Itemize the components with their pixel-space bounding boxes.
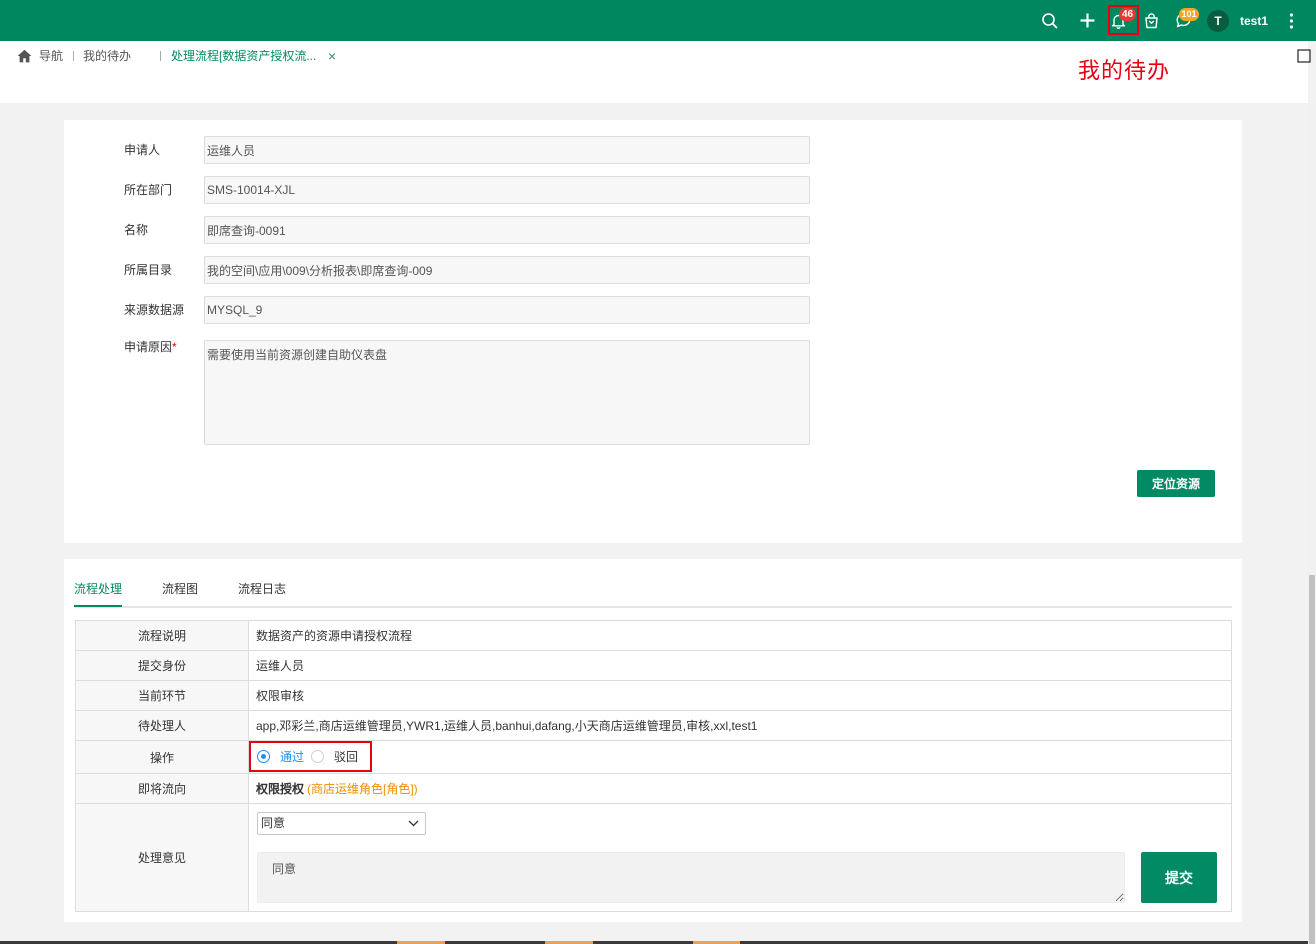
datasource-field[interactable] bbox=[204, 296, 810, 324]
home-icon[interactable] bbox=[17, 49, 32, 63]
avatar[interactable]: T bbox=[1207, 10, 1229, 32]
reason-textarea[interactable]: 需要使用当前资源创建自助仪表盘 bbox=[204, 340, 810, 445]
reason-label: 申请原因* bbox=[124, 333, 177, 361]
operation-row: 操作 通过 驳回 bbox=[76, 741, 1231, 774]
plus-icon[interactable] bbox=[1079, 12, 1096, 29]
breadcrumb-separator bbox=[73, 51, 74, 61]
locate-resource-button[interactable]: 定位资源 bbox=[1137, 470, 1215, 497]
table-row: 流程说明 数据资产的资源申请授权流程 bbox=[76, 621, 1231, 651]
next-node-target: (商店运维角色[角色]) bbox=[307, 782, 418, 796]
row-value: 运维人员 bbox=[256, 659, 305, 673]
row-value: 数据资产的资源申请授权流程 bbox=[256, 629, 413, 643]
breadcrumb-separator bbox=[160, 51, 161, 61]
tab-process-handling[interactable]: 流程处理 bbox=[74, 581, 122, 597]
message-badge: 101 bbox=[1179, 8, 1199, 21]
reject-radio[interactable] bbox=[311, 750, 324, 763]
search-icon[interactable] bbox=[1041, 12, 1058, 29]
applicant-label: 申请人 bbox=[124, 143, 161, 157]
annotation-todo-label: 我的待办 bbox=[1078, 58, 1171, 83]
table-row: 待处理人 app,邓彩兰,商店运维管理员,YWR1,运维人员,banhui,da… bbox=[76, 711, 1231, 741]
bag-icon[interactable] bbox=[1143, 12, 1160, 29]
username[interactable]: test1 bbox=[1240, 13, 1268, 29]
tab-flow-log[interactable]: 流程日志 bbox=[238, 581, 286, 597]
row-label: 当前环节 bbox=[76, 681, 249, 710]
opinion-row: 处理意见 同意 同意 提交 bbox=[76, 804, 1231, 912]
row-value: app,邓彩兰,商店运维管理员,YWR1,运维人员,banhui,dafang,… bbox=[256, 719, 758, 733]
application-form-card: 申请人 所在部门 名称 所属目录 来源数据源 申请原因* 需要使用当前资源创建自… bbox=[64, 120, 1242, 543]
row-label: 流程说明 bbox=[76, 621, 249, 650]
approve-label[interactable]: 通过 bbox=[280, 749, 304, 765]
tab-process-flow[interactable]: 处理流程[数据资产授权流... bbox=[171, 48, 316, 64]
next-step-row: 即将流向 权限授权 (商店运维角色[角色]) bbox=[76, 774, 1231, 804]
applicant-field[interactable] bbox=[204, 136, 810, 164]
square-icon[interactable] bbox=[1297, 49, 1311, 63]
opinion-textarea[interactable]: 同意 bbox=[257, 852, 1125, 903]
scrollbar-thumb[interactable] bbox=[1309, 575, 1315, 944]
approve-radio[interactable] bbox=[257, 750, 270, 763]
opinion-select-value: 同意 bbox=[261, 816, 286, 830]
process-card: 流程处理 流程图 流程日志 流程说明 数据资产的资源申请授权流程 提交身份 运维… bbox=[64, 559, 1242, 922]
department-field[interactable] bbox=[204, 176, 810, 204]
row-value: 权限审核 bbox=[256, 689, 305, 703]
opinion-value: 同意 同意 提交 bbox=[249, 804, 1231, 911]
table-row: 提交身份 运维人员 bbox=[76, 651, 1231, 681]
name-field[interactable] bbox=[204, 216, 810, 244]
department-label: 所在部门 bbox=[124, 183, 173, 197]
operation-options: 通过 驳回 bbox=[249, 741, 1231, 773]
operation-label: 操作 bbox=[76, 741, 249, 773]
active-tab-indicator bbox=[74, 605, 122, 607]
directory-label: 所属目录 bbox=[124, 263, 173, 277]
more-vertical-icon[interactable] bbox=[1289, 13, 1294, 29]
submit-button[interactable]: 提交 bbox=[1141, 852, 1217, 903]
reject-label[interactable]: 驳回 bbox=[334, 749, 358, 765]
row-label: 待处理人 bbox=[76, 711, 249, 740]
directory-field[interactable] bbox=[204, 256, 810, 284]
tab-divider bbox=[74, 606, 1232, 608]
opinion-label: 处理意见 bbox=[76, 804, 249, 911]
breadcrumb-home[interactable]: 导航 bbox=[39, 48, 63, 64]
name-label: 名称 bbox=[124, 223, 149, 237]
table-row: 当前环节 权限审核 bbox=[76, 681, 1231, 711]
next-step-label: 即将流向 bbox=[76, 774, 249, 803]
next-node-name: 权限授权 bbox=[256, 782, 305, 796]
tab-close-icon[interactable]: × bbox=[328, 47, 336, 65]
row-label: 提交身份 bbox=[76, 651, 249, 680]
chevron-down-icon bbox=[408, 820, 419, 827]
process-table: 流程说明 数据资产的资源申请授权流程 提交身份 运维人员 当前环节 权限审核 待… bbox=[75, 620, 1232, 912]
bell-highlight-box bbox=[1108, 5, 1139, 35]
required-mark: * bbox=[172, 340, 177, 354]
top-bar: 46 101 T test1 bbox=[0, 0, 1316, 41]
reason-label-text: 申请原因 bbox=[124, 340, 173, 354]
opinion-select[interactable]: 同意 bbox=[257, 812, 426, 835]
next-step-value: 权限授权 (商店运维角色[角色]) bbox=[249, 774, 1231, 803]
datasource-label: 来源数据源 bbox=[124, 303, 185, 317]
tab-flow-chart[interactable]: 流程图 bbox=[162, 581, 198, 597]
tab-my-todo[interactable]: 我的待办 bbox=[83, 48, 131, 64]
